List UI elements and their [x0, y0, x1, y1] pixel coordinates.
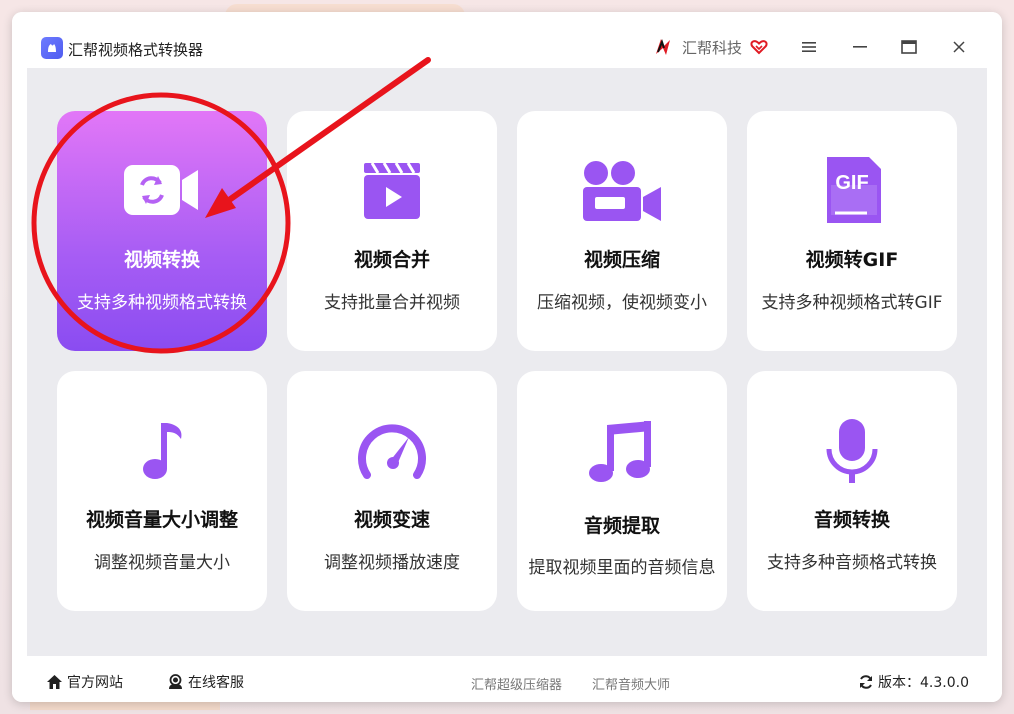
card-video-gif[interactable]: GIF 视频转GIF 支持多种视频格式转GIF: [747, 111, 957, 351]
card-title: 音频转换: [813, 509, 890, 531]
gif-icon: GIF: [827, 157, 881, 223]
music-note-icon: [143, 423, 182, 479]
card-title: 视频变速: [353, 509, 430, 531]
brand: 汇帮科技: [652, 34, 768, 60]
online-support-label: 在线客服: [188, 675, 244, 691]
refresh-icon: [860, 675, 872, 689]
brand-name: 汇帮科技: [682, 38, 743, 57]
close-button[interactable]: [948, 38, 970, 56]
speedometer-icon: [358, 424, 426, 479]
video-convert-icon: [124, 165, 198, 215]
super-compressor-link[interactable]: 汇帮超级压缩器: [471, 674, 562, 693]
heart-badge-icon[interactable]: [750, 38, 768, 56]
app-title: 汇帮视频格式转换器: [68, 41, 204, 59]
version-check[interactable]: 版本：4.3.0.0: [858, 672, 969, 692]
card-audio-extract[interactable]: 音频提取 提取视频里面的音频信息: [517, 371, 727, 611]
card-title: 视频音量大小调整: [85, 509, 238, 531]
microphone-icon: [826, 419, 878, 483]
card-title: 视频转GIF: [805, 249, 899, 271]
official-website-label: 官方网站: [67, 675, 123, 691]
maximize-button[interactable]: [898, 38, 920, 56]
maximize-icon: [901, 40, 917, 54]
svg-text:GIF: GIF: [835, 172, 868, 194]
card-title: 音频提取: [583, 515, 660, 537]
card-audio-convert[interactable]: 音频转换 支持多种音频格式转换: [747, 371, 957, 611]
card-video-merge[interactable]: 视频合并 支持批量合并视频: [287, 111, 497, 351]
home-icon: [47, 675, 62, 689]
card-desc: 支持多种视频格式转换: [77, 293, 247, 313]
card-title: 视频压缩: [583, 249, 660, 271]
hamburger-icon: [802, 42, 816, 52]
card-desc: 调整视频音量大小: [94, 553, 230, 573]
app-window: 汇帮视频格式转换器 汇帮科技 视频转换 支持多种视频格式转换 视频合并 支持批量…: [12, 12, 1002, 702]
card-video-speed[interactable]: 视频变速 调整视频播放速度: [287, 371, 497, 611]
card-desc: 支持多种音频格式转换: [767, 553, 937, 573]
card-desc: 压缩视频，使视频变小: [537, 293, 707, 313]
customer-service-icon: [169, 674, 182, 689]
card-video-compress[interactable]: 视频压缩 压缩视频，使视频变小: [517, 111, 727, 351]
feature-grid: 视频转换 支持多种视频格式转换 视频合并 支持批量合并视频 视频压缩 压缩视频，…: [27, 68, 987, 656]
card-desc: 支持多种视频格式转GIF: [761, 293, 943, 313]
card-desc: 支持批量合并视频: [324, 293, 460, 313]
card-desc: 提取视频里面的音频信息: [528, 558, 716, 578]
menu-button[interactable]: [798, 38, 820, 56]
online-support-link[interactable]: 在线客服: [167, 672, 244, 692]
minimize-button[interactable]: [849, 38, 871, 56]
music-notes-icon: [589, 421, 651, 482]
official-website-link[interactable]: 官方网站: [46, 672, 123, 692]
title-bar: 汇帮视频格式转换器 汇帮科技: [12, 12, 1002, 68]
card-title: 视频转换: [123, 249, 200, 271]
minimize-icon: [853, 46, 867, 48]
video-merge-icon: [364, 162, 420, 219]
audio-master-link[interactable]: 汇帮音频大师: [592, 674, 670, 693]
close-icon: [953, 41, 965, 53]
card-video-convert[interactable]: 视频转换 支持多种视频格式转换: [57, 111, 267, 351]
card-desc: 调整视频播放速度: [324, 553, 460, 573]
footer: 官方网站 在线客服 汇帮超级压缩器 汇帮音频大师 版本：4.3.0.0: [12, 656, 1002, 702]
card-title: 视频合并: [353, 249, 430, 271]
brand-logo-icon: [656, 39, 670, 55]
video-camera-icon: [583, 161, 661, 221]
app-logo-icon: [41, 37, 63, 59]
card-volume-adjust[interactable]: 视频音量大小调整 调整视频音量大小: [57, 371, 267, 611]
version-label: 版本：4.3.0.0: [878, 675, 969, 691]
